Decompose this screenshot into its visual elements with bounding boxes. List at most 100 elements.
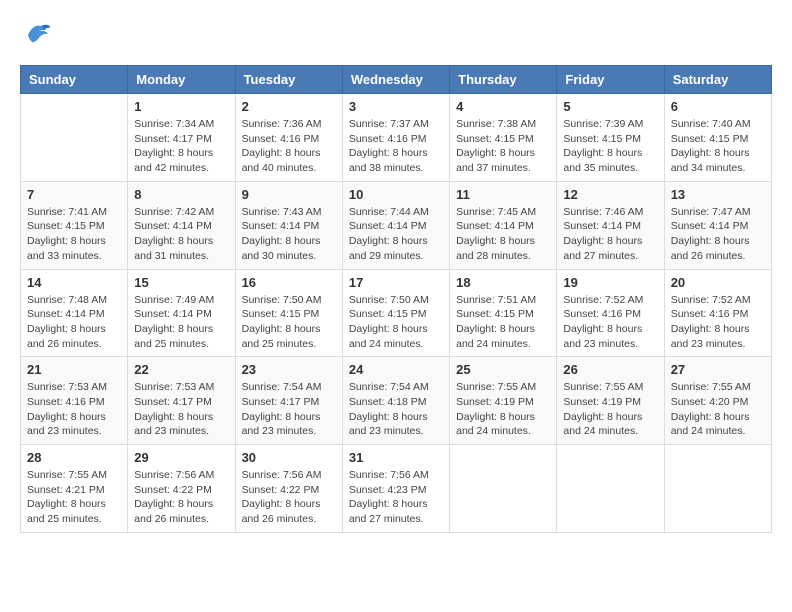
day-info: Sunrise: 7:54 AM Sunset: 4:17 PM Dayligh… (242, 380, 336, 439)
day-number: 17 (349, 275, 443, 290)
calendar-cell: 8 Sunrise: 7:42 AM Sunset: 4:14 PM Daylig… (128, 181, 235, 269)
logo-icon (22, 20, 52, 50)
calendar-cell: 20Sunrise: 7:52 AM Sunset: 4:16 PM Dayli… (664, 269, 771, 357)
day-number: 16 (242, 275, 336, 290)
calendar-cell: 26Sunrise: 7:55 AM Sunset: 4:19 PM Dayli… (557, 357, 664, 445)
calendar-cell: 9 Sunrise: 7:43 AM Sunset: 4:14 PM Daylig… (235, 181, 342, 269)
calendar-cell: 23 Sunrise: 7:54 AM Sunset: 4:17 PM Dayli… (235, 357, 342, 445)
day-number: 14 (27, 275, 121, 290)
calendar-cell (21, 94, 128, 182)
calendar-week-row: 28 Sunrise: 7:55 AM Sunset: 4:21 PM Dayli… (21, 445, 772, 533)
day-info: Sunrise: 7:48 AM Sunset: 4:14 PM Dayligh… (27, 293, 121, 352)
calendar-cell: 1 Sunrise: 7:34 AM Sunset: 4:17 PM Daylig… (128, 94, 235, 182)
calendar-cell: 13 Sunrise: 7:47 AM Sunset: 4:14 PM Dayli… (664, 181, 771, 269)
page-header (20, 20, 772, 55)
day-info: Sunrise: 7:50 AM Sunset: 4:15 PM Dayligh… (242, 293, 336, 352)
day-number: 11 (456, 187, 550, 202)
day-info: Sunrise: 7:43 AM Sunset: 4:14 PM Dayligh… (242, 205, 336, 264)
calendar-cell: 11 Sunrise: 7:45 AM Sunset: 4:14 PM Dayli… (450, 181, 557, 269)
calendar-cell: 6 Sunrise: 7:40 AM Sunset: 4:15 PM Daylig… (664, 94, 771, 182)
day-info: Sunrise: 7:41 AM Sunset: 4:15 PM Dayligh… (27, 205, 121, 264)
calendar-cell: 30Sunrise: 7:56 AM Sunset: 4:22 PM Dayli… (235, 445, 342, 533)
day-number: 13 (671, 187, 765, 202)
calendar-cell: 15 Sunrise: 7:49 AM Sunset: 4:14 PM Dayli… (128, 269, 235, 357)
calendar-cell (664, 445, 771, 533)
day-info: Sunrise: 7:53 AM Sunset: 4:16 PM Dayligh… (27, 380, 121, 439)
day-info: Sunrise: 7:52 AM Sunset: 4:16 PM Dayligh… (563, 293, 657, 352)
logo (20, 20, 52, 55)
day-number: 19 (563, 275, 657, 290)
day-number: 15 (134, 275, 228, 290)
day-info: Sunrise: 7:56 AM Sunset: 4:23 PM Dayligh… (349, 468, 443, 527)
calendar-cell: 4 Sunrise: 7:38 AM Sunset: 4:15 PM Daylig… (450, 94, 557, 182)
day-number: 5 (563, 99, 657, 114)
calendar-cell: 27Sunrise: 7:55 AM Sunset: 4:20 PM Dayli… (664, 357, 771, 445)
calendar-cell: 14 Sunrise: 7:48 AM Sunset: 4:14 PM Dayli… (21, 269, 128, 357)
day-info: Sunrise: 7:55 AM Sunset: 4:21 PM Dayligh… (27, 468, 121, 527)
day-number: 22 (134, 362, 228, 377)
day-info: Sunrise: 7:49 AM Sunset: 4:14 PM Dayligh… (134, 293, 228, 352)
day-number: 23 (242, 362, 336, 377)
day-number: 12 (563, 187, 657, 202)
calendar-week-row: 7 Sunrise: 7:41 AM Sunset: 4:15 PM Daylig… (21, 181, 772, 269)
day-number: 10 (349, 187, 443, 202)
weekday-header: Monday (128, 66, 235, 94)
calendar-cell: 19 Sunrise: 7:52 AM Sunset: 4:16 PM Dayli… (557, 269, 664, 357)
day-number: 24 (349, 362, 443, 377)
calendar-cell (557, 445, 664, 533)
day-number: 25 (456, 362, 550, 377)
day-number: 1 (134, 99, 228, 114)
day-info: Sunrise: 7:56 AM Sunset: 4:22 PM Dayligh… (134, 468, 228, 527)
day-info: Sunrise: 7:46 AM Sunset: 4:14 PM Dayligh… (563, 205, 657, 264)
day-number: 4 (456, 99, 550, 114)
day-info: Sunrise: 7:56 AM Sunset: 4:22 PM Dayligh… (242, 468, 336, 527)
calendar-cell: 29Sunrise: 7:56 AM Sunset: 4:22 PM Dayli… (128, 445, 235, 533)
day-info: Sunrise: 7:50 AM Sunset: 4:15 PM Dayligh… (349, 293, 443, 352)
day-info: Sunrise: 7:47 AM Sunset: 4:14 PM Dayligh… (671, 205, 765, 264)
day-number: 9 (242, 187, 336, 202)
day-number: 26 (563, 362, 657, 377)
calendar-table: SundayMondayTuesdayWednesdayThursdayFrid… (20, 65, 772, 533)
calendar-week-row: 1 Sunrise: 7:34 AM Sunset: 4:17 PM Daylig… (21, 94, 772, 182)
day-info: Sunrise: 7:40 AM Sunset: 4:15 PM Dayligh… (671, 117, 765, 176)
day-info: Sunrise: 7:54 AM Sunset: 4:18 PM Dayligh… (349, 380, 443, 439)
calendar-cell: 5Sunrise: 7:39 AM Sunset: 4:15 PM Daylig… (557, 94, 664, 182)
day-number: 8 (134, 187, 228, 202)
day-info: Sunrise: 7:55 AM Sunset: 4:20 PM Dayligh… (671, 380, 765, 439)
calendar-cell: 24 Sunrise: 7:54 AM Sunset: 4:18 PM Dayli… (342, 357, 449, 445)
calendar-cell: 12 Sunrise: 7:46 AM Sunset: 4:14 PM Dayli… (557, 181, 664, 269)
calendar-cell: 10 Sunrise: 7:44 AM Sunset: 4:14 PM Dayli… (342, 181, 449, 269)
day-info: Sunrise: 7:42 AM Sunset: 4:14 PM Dayligh… (134, 205, 228, 264)
calendar-cell: 31 Sunrise: 7:56 AM Sunset: 4:23 PM Dayli… (342, 445, 449, 533)
calendar-header-row: SundayMondayTuesdayWednesdayThursdayFrid… (21, 66, 772, 94)
day-number: 28 (27, 450, 121, 465)
day-number: 31 (349, 450, 443, 465)
day-number: 20 (671, 275, 765, 290)
weekday-header: Tuesday (235, 66, 342, 94)
weekday-header: Wednesday (342, 66, 449, 94)
calendar-cell: 28 Sunrise: 7:55 AM Sunset: 4:21 PM Dayli… (21, 445, 128, 533)
calendar-cell: 21 Sunrise: 7:53 AM Sunset: 4:16 PM Dayli… (21, 357, 128, 445)
calendar-cell: 7 Sunrise: 7:41 AM Sunset: 4:15 PM Daylig… (21, 181, 128, 269)
day-info: Sunrise: 7:44 AM Sunset: 4:14 PM Dayligh… (349, 205, 443, 264)
day-number: 6 (671, 99, 765, 114)
weekday-header: Sunday (21, 66, 128, 94)
day-number: 7 (27, 187, 121, 202)
day-number: 2 (242, 99, 336, 114)
calendar-cell: 17 Sunrise: 7:50 AM Sunset: 4:15 PM Dayli… (342, 269, 449, 357)
calendar-week-row: 21 Sunrise: 7:53 AM Sunset: 4:16 PM Dayli… (21, 357, 772, 445)
day-number: 21 (27, 362, 121, 377)
weekday-header: Friday (557, 66, 664, 94)
day-number: 18 (456, 275, 550, 290)
day-info: Sunrise: 7:45 AM Sunset: 4:14 PM Dayligh… (456, 205, 550, 264)
day-info: Sunrise: 7:38 AM Sunset: 4:15 PM Dayligh… (456, 117, 550, 176)
day-number: 3 (349, 99, 443, 114)
day-info: Sunrise: 7:37 AM Sunset: 4:16 PM Dayligh… (349, 117, 443, 176)
weekday-header: Thursday (450, 66, 557, 94)
day-info: Sunrise: 7:34 AM Sunset: 4:17 PM Dayligh… (134, 117, 228, 176)
calendar-cell: 16 Sunrise: 7:50 AM Sunset: 4:15 PM Dayli… (235, 269, 342, 357)
calendar-cell: 3 Sunrise: 7:37 AM Sunset: 4:16 PM Daylig… (342, 94, 449, 182)
calendar-cell (450, 445, 557, 533)
calendar-cell: 18 Sunrise: 7:51 AM Sunset: 4:15 PM Dayli… (450, 269, 557, 357)
day-info: Sunrise: 7:51 AM Sunset: 4:15 PM Dayligh… (456, 293, 550, 352)
